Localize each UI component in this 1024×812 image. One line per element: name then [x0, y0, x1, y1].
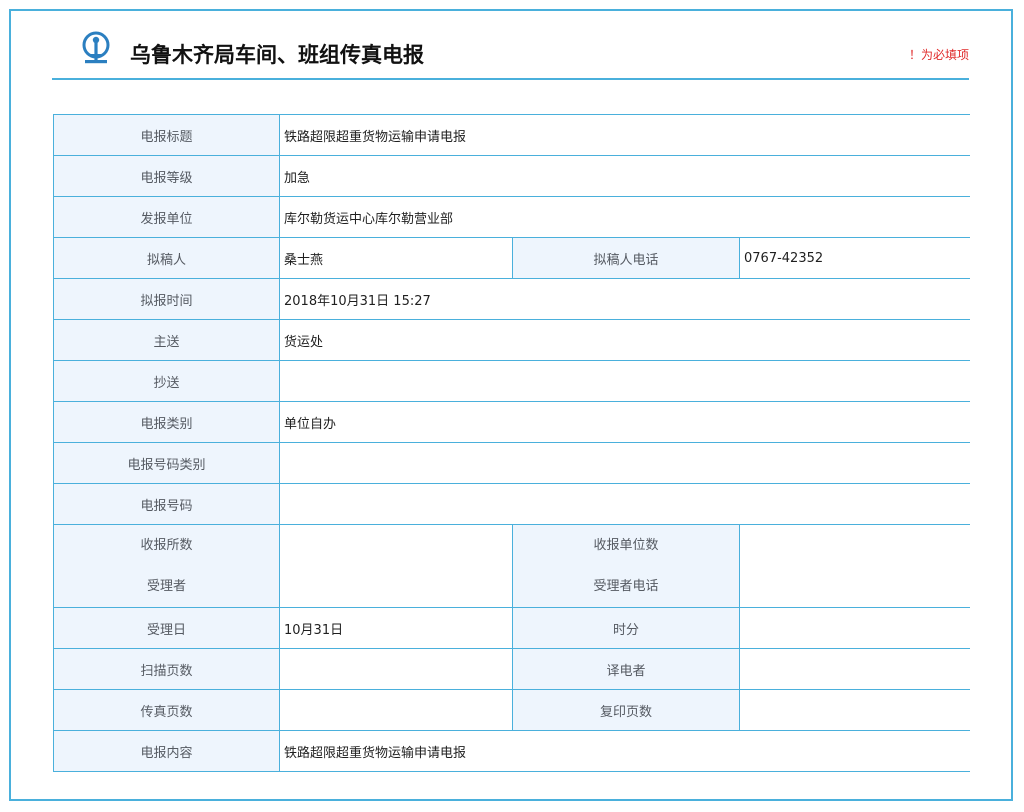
title-label: 电报标题 [53, 114, 280, 156]
row-category: 电报类别 单位自办 [53, 401, 970, 443]
title-field[interactable]: 铁路超限超重货物运输申请电报 [278, 114, 970, 156]
time-label: 时分 [512, 607, 740, 649]
number-category-label: 电报号码类别 [53, 442, 280, 484]
row-number: 电报号码 [53, 483, 970, 525]
level-field[interactable]: 加急 [278, 155, 970, 197]
receive-count-field[interactable] [279, 524, 513, 608]
time-field[interactable] [738, 607, 970, 649]
row-sender-unit: 发报单位 库尔勒货运中心库尔勒营业部 [53, 196, 970, 238]
sender-unit-field[interactable]: 库尔勒货运中心库尔勒营业部 [278, 196, 970, 238]
content-label: 电报内容 [53, 730, 280, 772]
main-to-label: 主送 [53, 319, 280, 361]
cc-label: 抄送 [53, 360, 280, 402]
handler-label: 受理者 [146, 578, 186, 594]
number-label: 电报号码 [53, 483, 280, 525]
row-content: 电报内容 铁路超限超重货物运输申请电报 [53, 730, 970, 772]
drafter-phone-label: 拟稿人电话 [512, 237, 740, 279]
fax-pages-field[interactable] [279, 689, 513, 731]
cc-field[interactable] [278, 360, 970, 402]
row-cc: 抄送 [53, 360, 970, 402]
row-fax-pages: 传真页数 复印页数 [53, 689, 970, 731]
accept-date-field[interactable]: 10月31日 [279, 607, 513, 649]
scan-pages-field[interactable] [279, 648, 513, 690]
drafter-phone-field[interactable]: 0767-42352 [738, 237, 970, 279]
row-main-to: 主送 货运处 [53, 319, 970, 361]
drafter-field[interactable]: 桑士燕 [279, 237, 513, 279]
translator-label: 译电者 [512, 648, 740, 690]
category-field[interactable]: 单位自办 [278, 401, 970, 443]
row-draft-time: 拟报时间 2018年10月31日 15:27 [53, 278, 970, 320]
row-accept-date: 受理日 10月31日 时分 [53, 607, 970, 649]
telegram-form: 电报标题 铁路超限超重货物运输申请电报 电报等级 加急 发报单位 库尔勒货运中心… [53, 114, 970, 772]
translator-field[interactable] [738, 648, 970, 690]
handler-phone-label: 受理者电话 [593, 578, 659, 594]
draft-time-label: 拟报时间 [53, 278, 280, 320]
required-field-note: ！为必填项 [908, 48, 969, 62]
receive-handler-label-cell: 收报所数 受理者 [53, 524, 280, 608]
receive-unit-count-label: 收报单位数 [593, 537, 659, 553]
copy-pages-field[interactable] [738, 689, 970, 731]
row-number-category: 电报号码类别 [53, 442, 970, 484]
page-title: 乌鲁木齐局车间、班组传真电报 [130, 43, 424, 67]
row-receive: 收报所数 受理者 收报单位数 受理者电话 [53, 524, 970, 608]
number-category-field[interactable] [278, 442, 970, 484]
draft-time-field[interactable]: 2018年10月31日 15:27 [278, 278, 970, 320]
drafter-label: 拟稿人 [53, 237, 280, 279]
content-field[interactable]: 铁路超限超重货物运输申请电报 [278, 730, 970, 772]
page-header: 乌鲁木齐局车间、班组传真电报 ！为必填项 [52, 26, 969, 80]
main-to-field[interactable]: 货运处 [278, 319, 970, 361]
row-title: 电报标题 铁路超限超重货物运输申请电报 [53, 114, 970, 156]
accept-date-label: 受理日 [53, 607, 280, 649]
category-label: 电报类别 [53, 401, 280, 443]
level-label: 电报等级 [53, 155, 280, 197]
sender-unit-label: 发报单位 [53, 196, 280, 238]
number-field[interactable] [278, 483, 970, 525]
scan-pages-label: 扫描页数 [53, 648, 280, 690]
receive-unit-count-field[interactable] [738, 524, 970, 608]
railway-logo-icon [82, 31, 110, 64]
receive-count-label: 收报所数 [140, 537, 193, 553]
copy-pages-label: 复印页数 [512, 689, 740, 731]
receive-unit-handler-phone-label-cell: 收报单位数 受理者电话 [512, 524, 740, 608]
fax-pages-label: 传真页数 [53, 689, 280, 731]
row-scan-pages: 扫描页数 译电者 [53, 648, 970, 690]
row-drafter: 拟稿人 桑士燕 拟稿人电话 0767-42352 [53, 237, 970, 279]
row-level: 电报等级 加急 [53, 155, 970, 197]
